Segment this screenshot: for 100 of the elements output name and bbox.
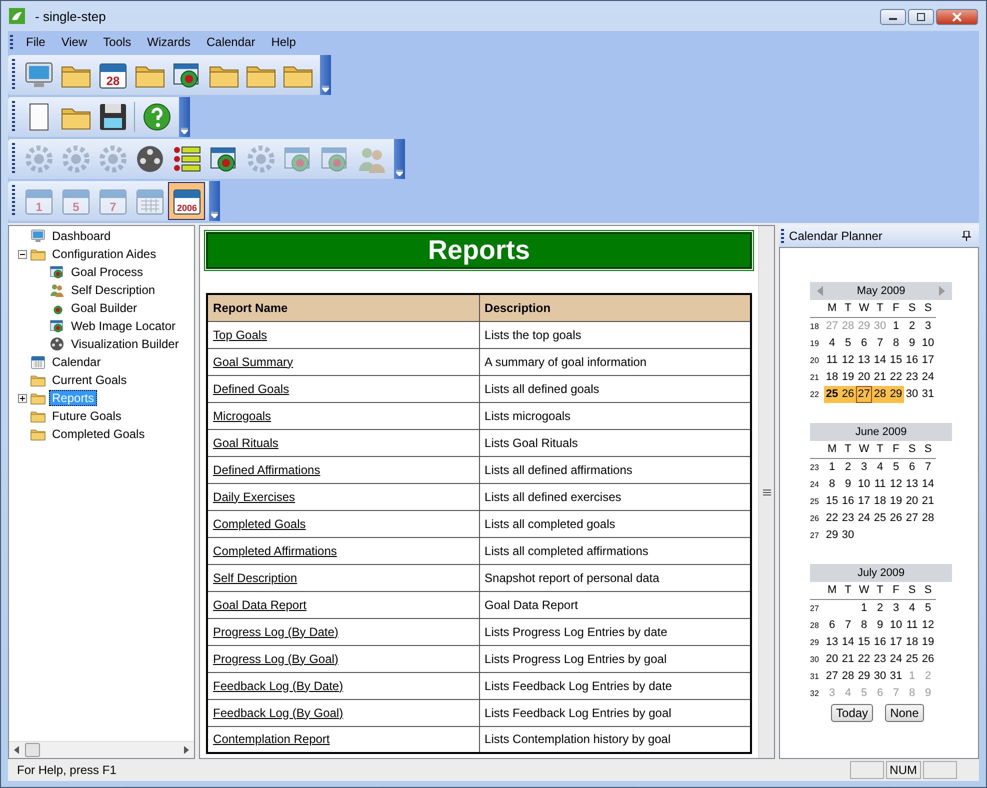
toolbar-options-button[interactable] xyxy=(394,139,405,179)
calendar-day[interactable]: 15 xyxy=(856,634,872,651)
report-link[interactable]: Daily Exercises xyxy=(213,490,296,504)
calendar-day[interactable]: 5 xyxy=(840,335,856,352)
tree-item[interactable]: Configuration Aides xyxy=(49,246,160,262)
collapse-toggle[interactable] xyxy=(18,250,27,258)
calendar-day[interactable]: 1 xyxy=(824,458,840,476)
calendar-day[interactable]: 3 xyxy=(888,599,904,617)
tree-item[interactable]: Calendar xyxy=(49,354,104,370)
calendar-day[interactable]: 28 xyxy=(920,510,936,527)
calendar-day[interactable]: 16 xyxy=(840,493,856,510)
calendar-day[interactable]: 26 xyxy=(888,510,904,527)
calendar-day[interactable]: 20 xyxy=(856,369,872,386)
menu-item[interactable]: Help xyxy=(263,32,304,52)
report-link[interactable]: Feedback Log (By Date) xyxy=(213,678,344,692)
report-link[interactable]: Progress Log (By Date) xyxy=(213,624,338,638)
report-link[interactable]: Self Description xyxy=(213,570,298,584)
calendar-day[interactable]: 16 xyxy=(872,634,888,651)
calendar-day[interactable]: 16 xyxy=(904,352,920,369)
calendar-day[interactable]: 25 xyxy=(872,510,888,527)
calendar-day[interactable]: 27 xyxy=(824,668,840,685)
calendar-day[interactable]: 29 xyxy=(824,527,840,544)
calendar-day[interactable]: 12 xyxy=(888,476,904,493)
calendar-day[interactable]: 8 xyxy=(824,476,840,493)
tree-item[interactable]: Completed Goals xyxy=(49,426,148,442)
calendar-day[interactable]: 13 xyxy=(904,476,920,493)
calendar-day[interactable]: 15 xyxy=(888,352,904,369)
report-link[interactable]: Feedback Log (By Goal) xyxy=(213,706,344,720)
calendar-day[interactable]: 30 xyxy=(872,668,888,685)
calendar-day[interactable]: 14 xyxy=(920,476,936,493)
calendar-day[interactable]: 11 xyxy=(904,617,920,634)
menu-item[interactable]: Tools xyxy=(95,32,140,52)
calendar-day[interactable]: 2 xyxy=(872,599,888,617)
menu-item[interactable]: File xyxy=(18,32,54,52)
calendar-day[interactable]: 2 xyxy=(840,458,856,476)
menu-item[interactable]: Wizards xyxy=(139,32,198,52)
calendar-day[interactable]: 9 xyxy=(904,335,920,352)
calendar-day[interactable]: 22 xyxy=(856,651,872,668)
calendar-day[interactable]: 19 xyxy=(840,369,856,386)
report-link[interactable]: Defined Affirmations xyxy=(213,462,320,476)
calendar-day[interactable]: 9 xyxy=(872,617,888,634)
calendar-day[interactable]: 6 xyxy=(824,617,840,634)
expand-toggle[interactable] xyxy=(18,394,27,402)
calendar-day[interactable]: 18 xyxy=(872,493,888,510)
calendar-day[interactable]: 11 xyxy=(872,476,888,493)
calendar-day[interactable]: 20 xyxy=(904,493,920,510)
calendar-day[interactable]: 10 xyxy=(888,617,904,634)
report-link[interactable]: Completed Affirmations xyxy=(213,544,337,558)
scrollbar-thumb[interactable] xyxy=(25,743,40,757)
calendar-day[interactable]: 13 xyxy=(856,352,872,369)
calendar-day[interactable]: 5 xyxy=(888,458,904,476)
calendar-day[interactable]: 1 xyxy=(856,599,872,617)
calendar-day[interactable]: 9 xyxy=(840,476,856,493)
calendar-day[interactable]: 28 xyxy=(840,668,856,685)
calendar-day[interactable]: 10 xyxy=(856,476,872,493)
calendar-day[interactable]: 11 xyxy=(824,352,840,369)
report-link[interactable]: Goal Summary xyxy=(213,354,294,368)
calendar-button[interactable]: Today xyxy=(831,704,874,722)
calendar-day[interactable]: 29 xyxy=(856,668,872,685)
calendar-day[interactable]: 23 xyxy=(840,510,856,527)
calendar-day[interactable]: 5 xyxy=(920,599,936,617)
calendar-day[interactable]: 26 xyxy=(920,651,936,668)
tree-item[interactable]: Current Goals xyxy=(49,372,130,388)
calendar-day[interactable]: 7 xyxy=(872,335,888,352)
menu-item[interactable]: Calendar xyxy=(198,32,264,52)
calendar-day[interactable]: 7 xyxy=(840,617,856,634)
pin-icon[interactable] xyxy=(962,231,971,241)
report-link[interactable]: Contemplation Report xyxy=(213,732,330,746)
report-link[interactable]: Goal Data Report xyxy=(213,598,306,612)
calendar-day[interactable]: 6 xyxy=(904,458,920,476)
calendar-day[interactable]: 4 xyxy=(904,599,920,617)
horizontal-scrollbar[interactable] xyxy=(9,741,194,758)
calendar-day[interactable]: 31 xyxy=(920,386,936,403)
calendar-day[interactable]: 22 xyxy=(888,369,904,386)
calendar-day[interactable]: 15 xyxy=(824,493,840,510)
tree-item[interactable]: Visualization Builder xyxy=(68,336,182,352)
calendar-day[interactable]: 3 xyxy=(920,317,936,335)
calendar-day[interactable]: 27 xyxy=(856,386,872,403)
report-link[interactable]: Defined Goals xyxy=(213,382,290,396)
tree-item[interactable]: Dashboard xyxy=(49,228,114,244)
calendar-day[interactable]: 21 xyxy=(920,493,936,510)
tree-item[interactable]: Future Goals xyxy=(49,408,124,424)
calendar-day[interactable]: 22 xyxy=(824,510,840,527)
maximize-button[interactable] xyxy=(908,9,934,25)
tree-item[interactable]: Goal Process xyxy=(68,264,146,280)
calendar-day[interactable]: 2 xyxy=(904,317,920,335)
calendar-day[interactable]: 30 xyxy=(840,527,856,544)
calendar-day[interactable]: 19 xyxy=(920,634,936,651)
calendar-day[interactable]: 28 xyxy=(872,386,888,403)
calendar-day[interactable]: 8 xyxy=(856,617,872,634)
calendar-day[interactable]: 17 xyxy=(888,634,904,651)
calendar-day[interactable]: 17 xyxy=(856,493,872,510)
report-link[interactable]: Microgoals xyxy=(213,408,272,422)
report-link[interactable]: Completed Goals xyxy=(213,516,306,530)
calendar-day[interactable]: 3 xyxy=(856,458,872,476)
report-link[interactable]: Top Goals xyxy=(213,328,268,342)
calendar-day[interactable]: 21 xyxy=(872,369,888,386)
calendar-day[interactable]: 18 xyxy=(904,634,920,651)
toolbar-options-button[interactable] xyxy=(320,55,331,95)
toolbar-options-button[interactable] xyxy=(179,97,190,137)
